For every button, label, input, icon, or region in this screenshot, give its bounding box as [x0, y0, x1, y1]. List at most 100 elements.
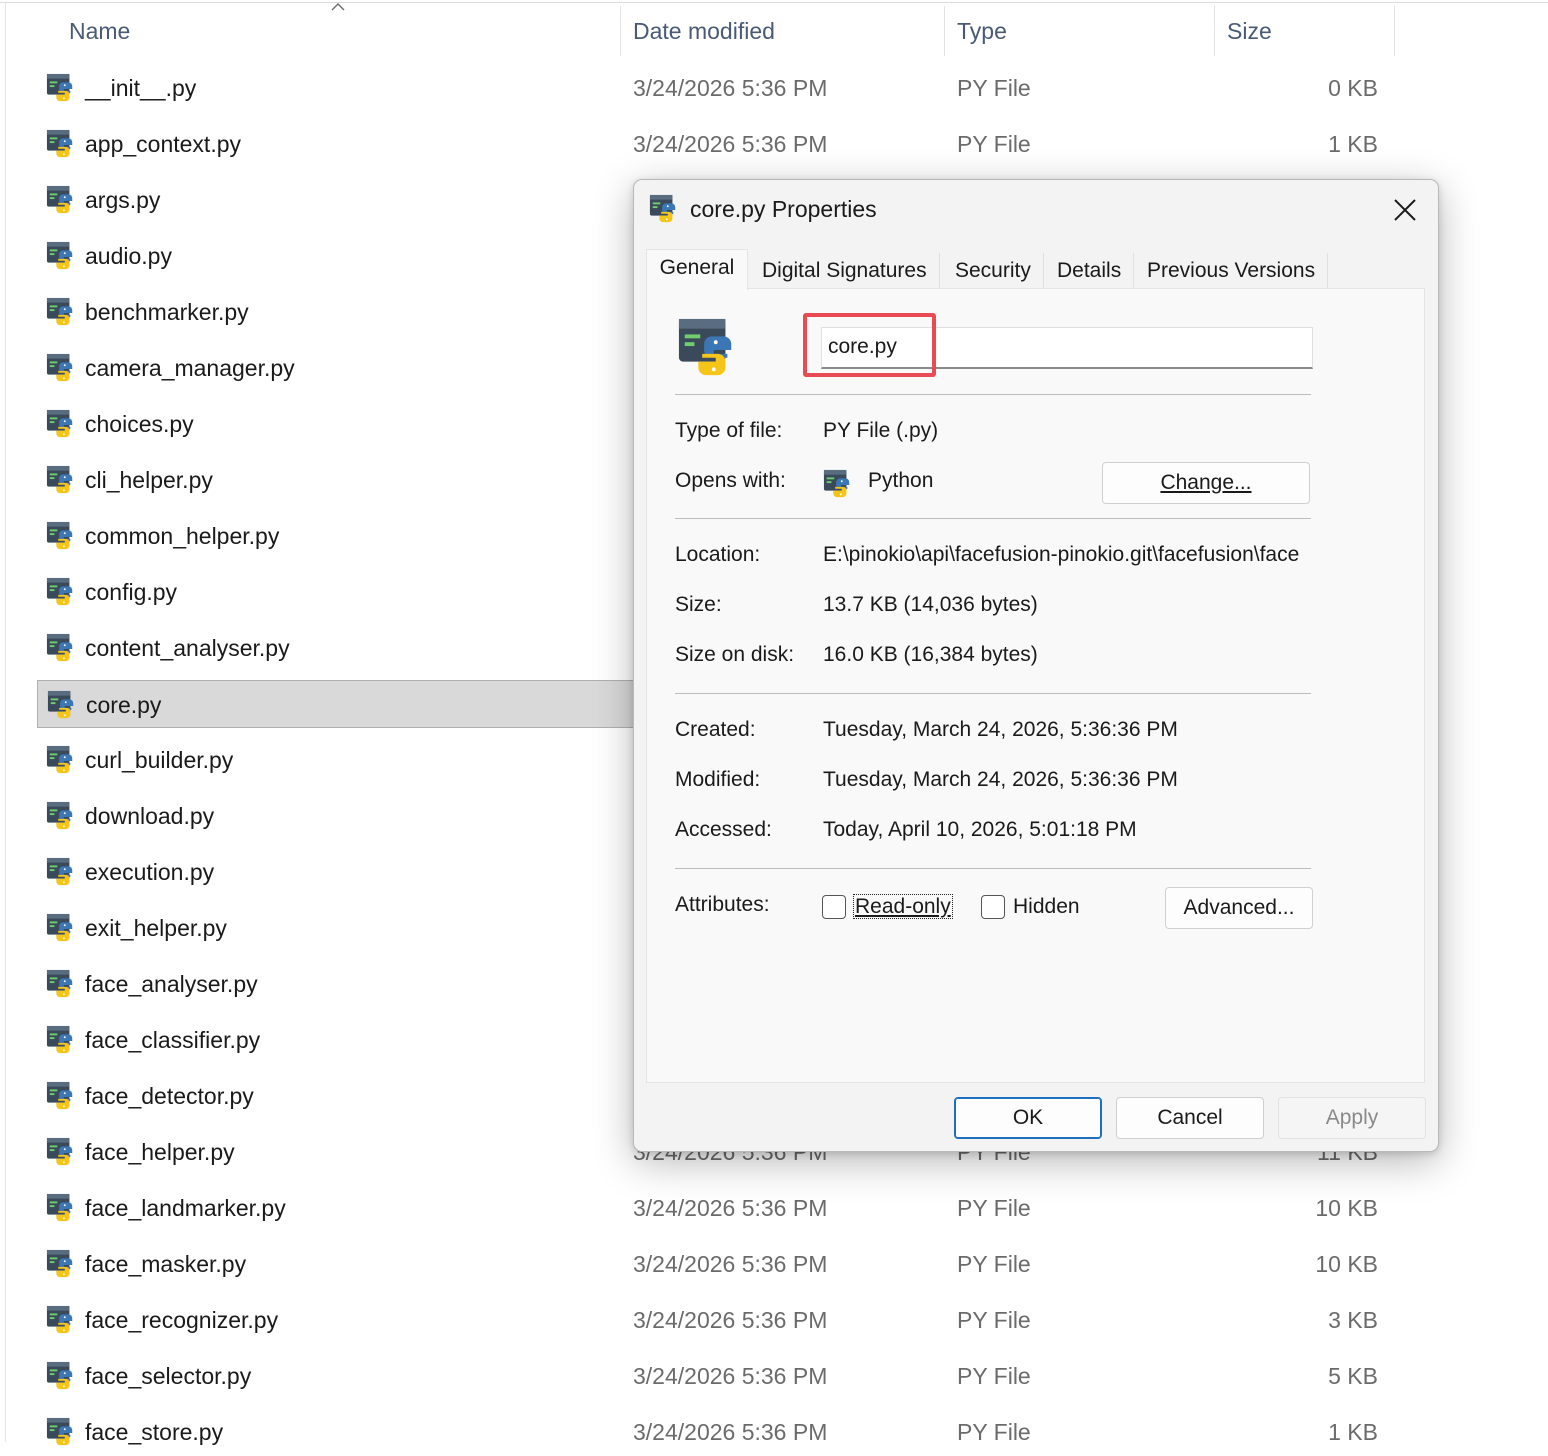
python-file-icon — [46, 857, 73, 886]
size-label: Size: — [675, 593, 722, 616]
python-file-icon — [46, 1249, 73, 1278]
python-file-icon — [46, 801, 73, 830]
file-size: 5 KB — [1328, 1363, 1378, 1389]
tab-details[interactable]: Details — [1045, 253, 1135, 289]
file-name: face_selector.py — [85, 1363, 252, 1389]
column-divider[interactable] — [1394, 6, 1395, 56]
pane-border — [5, 2, 6, 1442]
divider — [675, 693, 1311, 694]
tab-general[interactable]: General — [646, 249, 748, 290]
python-file-icon — [46, 913, 73, 942]
divider — [675, 394, 1311, 395]
dialog-title: core.py Properties — [690, 196, 877, 222]
file-type: PY File — [957, 1195, 1031, 1221]
highlight-box — [803, 313, 936, 377]
column-divider[interactable] — [944, 6, 945, 56]
file-type: PY File — [957, 131, 1031, 157]
tab-previous-versions[interactable]: Previous Versions — [1135, 253, 1329, 289]
file-size: 0 KB — [1328, 75, 1378, 101]
opens-with-label: Opens with: — [675, 469, 786, 492]
file-name: face_recognizer.py — [85, 1307, 279, 1333]
size-on-disk-value: 16.0 KB (16,384 bytes) — [823, 643, 1038, 666]
file-name: exit_helper.py — [85, 915, 227, 941]
created-label: Created: — [675, 718, 756, 741]
file-name: audio.py — [85, 243, 172, 269]
file-name: common_helper.py — [85, 523, 280, 549]
python-file-icon — [46, 969, 73, 998]
file-row[interactable]: face_store.py 3/24/2026 5:36 PM PY File 1 K… — [37, 1408, 1432, 1456]
type-of-file-value: PY File (.py) — [823, 419, 939, 442]
file-date-modified: 3/24/2026 5:36 PM — [633, 1419, 828, 1445]
python-file-icon — [46, 241, 73, 270]
hidden-checkbox[interactable] — [981, 895, 1005, 919]
file-name: config.py — [85, 579, 178, 605]
created-value: Tuesday, March 24, 2026, 5:36:36 PM — [823, 718, 1178, 741]
file-name: face_helper.py — [85, 1139, 235, 1165]
file-row[interactable]: __init__.py 3/24/2026 5:36 PM PY File 0 KB — [37, 64, 1432, 112]
column-divider[interactable] — [1214, 6, 1215, 56]
size-value: 13.7 KB (14,036 bytes) — [823, 593, 1038, 616]
file-date-modified: 3/24/2026 5:36 PM — [633, 1363, 828, 1389]
python-file-icon — [46, 745, 73, 774]
python-file-icon — [46, 297, 73, 326]
file-size: 1 KB — [1328, 1419, 1378, 1445]
file-type: PY File — [957, 75, 1031, 101]
close-icon[interactable] — [1387, 192, 1423, 228]
attributes-label: Attributes: — [675, 893, 770, 916]
column-divider[interactable] — [620, 6, 621, 56]
change-button-label: Change... — [1160, 471, 1252, 494]
file-type: PY File — [957, 1251, 1031, 1277]
location-value[interactable]: E:\pinokio\api\facefusion-pinokio.git\fa… — [823, 541, 1315, 569]
python-file-icon — [46, 521, 73, 550]
sort-ascending-icon — [331, 3, 345, 11]
file-name: choices.py — [85, 411, 194, 437]
file-name: face_store.py — [85, 1419, 224, 1445]
python-file-icon — [46, 633, 73, 662]
python-file-icon — [678, 318, 732, 376]
hidden-label[interactable]: Hidden — [1013, 893, 1080, 921]
file-date-modified: 3/24/2026 5:36 PM — [633, 131, 828, 157]
file-size: 10 KB — [1315, 1195, 1378, 1221]
type-of-file-label: Type of file: — [675, 419, 783, 442]
properties-dialog: core.py Properties General Digital Signa… — [633, 179, 1439, 1152]
file-name: cli_helper.py — [85, 467, 213, 493]
general-tab-panel: core.py Type of file: PY File (.py) Open… — [646, 288, 1425, 1083]
file-name: camera_manager.py — [85, 355, 295, 381]
file-name: face_classifier.py — [85, 1027, 261, 1053]
divider — [675, 518, 1311, 519]
file-row[interactable]: face_masker.py 3/24/2026 5:36 PM PY File 10… — [37, 1240, 1432, 1288]
file-row[interactable]: face_landmarker.py 3/24/2026 5:36 PM PY Fi… — [37, 1184, 1432, 1232]
file-name: face_detector.py — [85, 1083, 254, 1109]
file-name: face_analyser.py — [85, 971, 258, 997]
file-date-modified: 3/24/2026 5:36 PM — [633, 75, 828, 101]
read-only-label-text: Read-only — [853, 894, 953, 919]
file-name: benchmarker.py — [85, 299, 249, 325]
file-date-modified: 3/24/2026 5:36 PM — [633, 1307, 828, 1333]
python-file-icon — [46, 1081, 73, 1110]
column-header-size[interactable]: Size — [1227, 6, 1272, 56]
file-name: content_analyser.py — [85, 635, 290, 661]
modified-label: Modified: — [675, 768, 761, 791]
apply-button[interactable]: Apply — [1278, 1097, 1426, 1139]
column-header-name[interactable]: Name — [69, 6, 130, 56]
file-name: face_landmarker.py — [85, 1195, 286, 1221]
file-row[interactable]: face_selector.py 3/24/2026 5:36 PM PY File… — [37, 1352, 1432, 1400]
file-date-modified: 3/24/2026 5:36 PM — [633, 1251, 828, 1277]
python-file-icon — [46, 129, 73, 158]
read-only-checkbox[interactable] — [822, 895, 846, 919]
tab-security[interactable]: Security — [943, 253, 1044, 289]
advanced-button[interactable]: Advanced... — [1165, 887, 1313, 929]
python-file-icon — [47, 690, 74, 719]
file-name: core.py — [86, 692, 162, 718]
file-name: __init__.py — [85, 75, 197, 101]
read-only-label[interactable]: Read-only — [853, 893, 953, 921]
accessed-label: Accessed: — [675, 818, 772, 841]
file-row[interactable]: face_recognizer.py 3/24/2026 5:36 PM PY Fi… — [37, 1296, 1432, 1344]
file-row[interactable]: app_context.py 3/24/2026 5:36 PM PY File 1 … — [37, 120, 1432, 168]
column-header-date-modified[interactable]: Date modified — [633, 6, 775, 56]
column-header-type[interactable]: Type — [957, 6, 1007, 56]
ok-button[interactable]: OK — [954, 1097, 1102, 1139]
cancel-button[interactable]: Cancel — [1116, 1097, 1264, 1139]
tab-digital-signatures[interactable]: Digital Signatures — [750, 253, 940, 289]
change-button[interactable]: Change... — [1102, 462, 1310, 504]
